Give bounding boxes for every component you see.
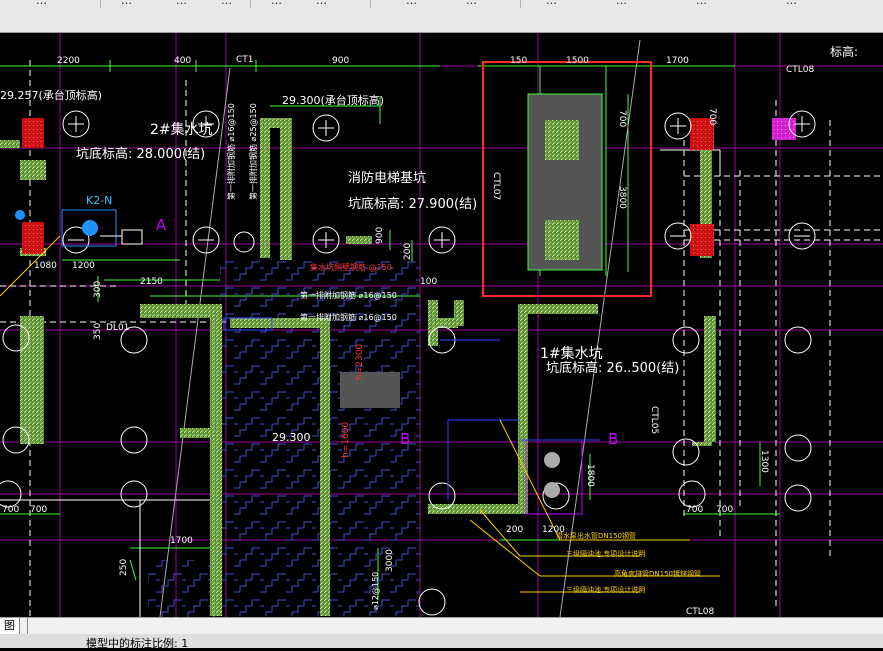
dim-label: 700 — [707, 108, 717, 125]
dashed-lines — [0, 60, 883, 617]
pit-title: 消防电梯基坑 — [348, 170, 426, 186]
dim-label: 900 — [375, 227, 385, 244]
menu-separator — [250, 0, 251, 8]
cap-id: CTL08 — [786, 65, 815, 75]
dim-label: 700 — [30, 505, 47, 515]
menu-item[interactable]: … — [30, 0, 53, 8]
elevation-label: 29.300(承台顶标高) — [282, 93, 384, 107]
status-bar: 模型中的标注比例: 1 — [0, 634, 883, 650]
dim-label: 900 — [332, 56, 349, 66]
sump-bottom-elevation: 坑底标高: 28.000(结) — [76, 146, 205, 162]
menu-item[interactable]: … — [460, 0, 483, 8]
dim-label: 1700 — [170, 536, 193, 546]
dim-label: 1800 — [585, 464, 595, 487]
columns-red — [22, 118, 714, 256]
elevation-label: 标高: — [830, 44, 858, 59]
menu-separator — [370, 0, 371, 8]
red-note: h=1600 — [341, 422, 351, 458]
column-magenta — [772, 118, 796, 140]
menu-item[interactable]: … — [265, 0, 288, 8]
sump-bottom-elevation: 坑底标高: 26..500(结) — [546, 360, 679, 376]
rebar-note: ⌀12@150 — [371, 572, 380, 610]
menu-item[interactable]: … — [115, 0, 138, 8]
dim-label: 2200 — [57, 56, 80, 66]
dim-label: 1200 — [72, 261, 95, 271]
dim-label: 150 — [510, 56, 527, 66]
dim-label: 1080 — [34, 261, 57, 271]
axis-label: B — [608, 430, 618, 448]
grey-slab — [340, 372, 400, 408]
pipe-note: 潜水泵出水管DN150钢管 — [556, 531, 636, 540]
dim-label: 350 — [93, 323, 103, 340]
dim-label: 700 — [2, 505, 19, 515]
pile-cap — [545, 220, 579, 260]
tab-model[interactable]: 图 — [0, 618, 20, 634]
pile-cap — [545, 120, 579, 160]
dim-label: 700 — [617, 110, 627, 127]
axis-label: B — [400, 430, 410, 448]
dim-label: 400 — [174, 56, 191, 66]
cap-id: CTL05 — [649, 406, 659, 434]
dim-label: 300 — [93, 281, 103, 298]
dim-label: 200 — [506, 525, 523, 535]
dim-label: 3000 — [385, 549, 395, 572]
tab-layout[interactable] — [27, 618, 42, 634]
pipe-note: 三级隔油池,专项设计说明 — [566, 549, 645, 558]
dim-label: 1300 — [759, 450, 769, 473]
dim-label: 700 — [716, 505, 733, 515]
sump-pumps — [525, 439, 583, 515]
menu-item[interactable]: … — [310, 0, 333, 8]
elevation-label: 29.257(承台顶标高) — [0, 88, 102, 102]
dim-label: CT1 — [236, 55, 254, 65]
menu-bar: … … … … … … … … … … … … — [0, 0, 883, 33]
menu-item[interactable]: … — [215, 0, 238, 8]
dim-label: 200 — [403, 243, 413, 260]
pump-label: K2-N — [86, 194, 112, 207]
menu-item[interactable]: … — [690, 0, 713, 8]
red-note: h=2300 — [355, 344, 365, 380]
sump-title: 1#集水坑 — [540, 345, 603, 362]
sump-title: 2#集水坑 — [150, 121, 213, 138]
layout-tab-bar: 图 — [0, 617, 883, 634]
dim-label: 100 — [420, 277, 437, 287]
dim-label: 3800 — [617, 186, 627, 209]
menu-item[interactable]: … — [170, 0, 193, 8]
dim-label: 2150 — [140, 277, 163, 287]
dim-label: 250 — [119, 559, 129, 576]
status-text: 模型中的标注比例: 1 — [86, 637, 189, 650]
cap-id: CTL07 — [491, 172, 501, 200]
dim-label: 1700 — [666, 56, 689, 66]
rebar-note: 第一排附加钢筋 ⌀16@150 — [300, 312, 397, 322]
menu-item[interactable]: … — [780, 0, 803, 8]
axis-label: A — [156, 216, 167, 234]
dim-label: 700 — [686, 505, 703, 515]
menu-separator — [100, 0, 101, 8]
menu-separator — [520, 0, 521, 8]
cap-id: CTL08 — [686, 607, 715, 617]
elevation-label: 29.300 — [272, 431, 311, 444]
rebar-note: 第一排附加钢筋 ⌀25@150 — [248, 103, 258, 200]
menu-item[interactable]: … — [610, 0, 633, 8]
dim-label: DL01 — [106, 323, 129, 333]
red-note: 集水坑侧壁钢筋 @150 — [310, 262, 392, 272]
rebar-note: 第一排附加钢筋 ⌀16@150 — [300, 290, 397, 300]
drawing-canvas[interactable]: 2200 400 CT1 900 150 1500 1700 标高: CTL08… — [0, 33, 883, 617]
rebar-note: 第一排附加钢筋 ⌀16@150 — [226, 103, 236, 200]
pipe-note: 高角度排管DN150镀锌钢管 — [614, 569, 701, 578]
pipe-note: 三级隔油池,专项设计说明 — [566, 585, 645, 594]
menu-item[interactable]: … — [400, 0, 423, 8]
dim-label: 1500 — [566, 56, 589, 66]
menu-item[interactable]: … — [540, 0, 563, 8]
pit-bottom-elevation: 坑底标高: 27.900(结) — [348, 196, 477, 212]
